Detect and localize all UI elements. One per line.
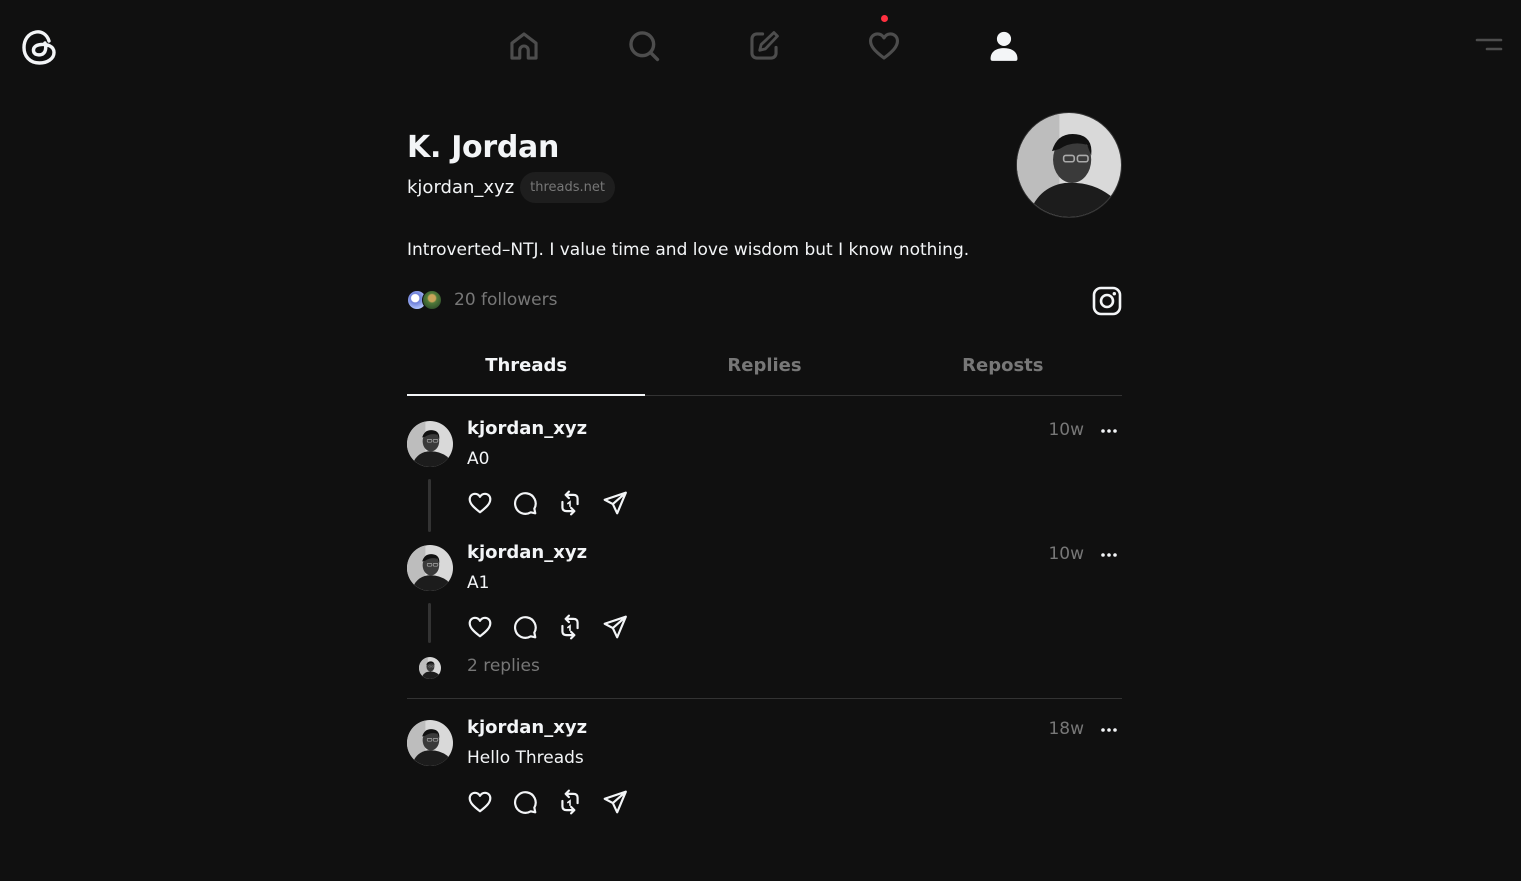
post-divider — [407, 698, 1122, 699]
nav-compose[interactable] — [704, 12, 824, 80]
post-username[interactable]: kjordan_xyz — [467, 418, 587, 439]
home-icon — [510, 32, 538, 60]
post-actions — [467, 789, 647, 815]
post-text: A0 — [467, 449, 490, 469]
post-text: Hello Threads — [467, 748, 584, 768]
repost-icon[interactable] — [557, 490, 583, 516]
compose-icon — [750, 31, 779, 60]
comment-icon[interactable] — [512, 490, 538, 516]
follower-avatars — [407, 290, 442, 310]
post-avatar[interactable] — [407, 545, 453, 591]
follower-avatar — [422, 290, 442, 310]
search-icon — [629, 31, 660, 62]
post-time: 18w — [1048, 719, 1084, 739]
handle-row: kjordan_xyz threads.net — [407, 172, 615, 203]
followers-count[interactable]: 20 followers — [454, 290, 557, 310]
nav-search[interactable] — [584, 12, 704, 80]
profile-name: K. Jordan — [407, 130, 560, 165]
more-icon[interactable] — [1099, 722, 1119, 738]
nav-profile[interactable] — [944, 12, 1064, 80]
share-icon[interactable] — [602, 789, 628, 815]
post-actions — [467, 490, 647, 516]
like-icon[interactable] — [467, 614, 493, 640]
profile-icon — [990, 31, 1018, 61]
reply-count[interactable]: 2 replies — [467, 656, 540, 676]
threads-logo-icon[interactable] — [21, 27, 59, 67]
heart-icon — [868, 32, 900, 60]
repost-icon[interactable] — [557, 614, 583, 640]
comment-icon[interactable] — [512, 614, 538, 640]
profile-avatar[interactable] — [1016, 112, 1122, 218]
profile-bio: Introverted–NTJ. I value time and love w… — [407, 240, 970, 260]
replies-row[interactable]: 2 replies — [407, 656, 1122, 699]
profile-handle: kjordan_xyz — [407, 177, 515, 198]
reply-avatar — [419, 657, 441, 679]
nav-home[interactable] — [464, 12, 584, 80]
domain-badge[interactable]: threads.net — [520, 172, 615, 203]
profile-tabs: Threads Replies Reposts — [407, 345, 1122, 396]
tab-replies[interactable]: Replies — [645, 345, 883, 395]
repost-icon[interactable] — [557, 789, 583, 815]
like-icon[interactable] — [467, 490, 493, 516]
nav-activity[interactable] — [824, 12, 944, 80]
share-icon[interactable] — [602, 614, 628, 640]
more-icon[interactable] — [1099, 423, 1119, 439]
thread-line — [428, 479, 431, 532]
more-icon[interactable] — [1099, 547, 1119, 563]
post-text: A1 — [467, 573, 490, 593]
post-time: 10w — [1048, 544, 1084, 564]
tab-threads[interactable]: Threads — [407, 345, 646, 396]
like-icon[interactable] — [467, 789, 493, 815]
post-time: 10w — [1048, 420, 1084, 440]
instagram-icon[interactable] — [1092, 286, 1122, 316]
post-avatar[interactable] — [407, 720, 453, 766]
followers-row[interactable]: 20 followers — [407, 290, 557, 310]
top-nav — [464, 12, 1064, 80]
comment-icon[interactable] — [512, 789, 538, 815]
tab-reposts[interactable]: Reposts — [884, 345, 1122, 395]
notification-dot — [881, 15, 888, 22]
post-actions — [467, 614, 647, 640]
menu-icon[interactable] — [1475, 36, 1503, 56]
profile-avatar-image — [1017, 113, 1122, 218]
post-avatar[interactable] — [407, 421, 453, 467]
post-username[interactable]: kjordan_xyz — [467, 542, 587, 563]
thread-line — [428, 603, 431, 643]
share-icon[interactable] — [602, 490, 628, 516]
post-username[interactable]: kjordan_xyz — [467, 717, 587, 738]
